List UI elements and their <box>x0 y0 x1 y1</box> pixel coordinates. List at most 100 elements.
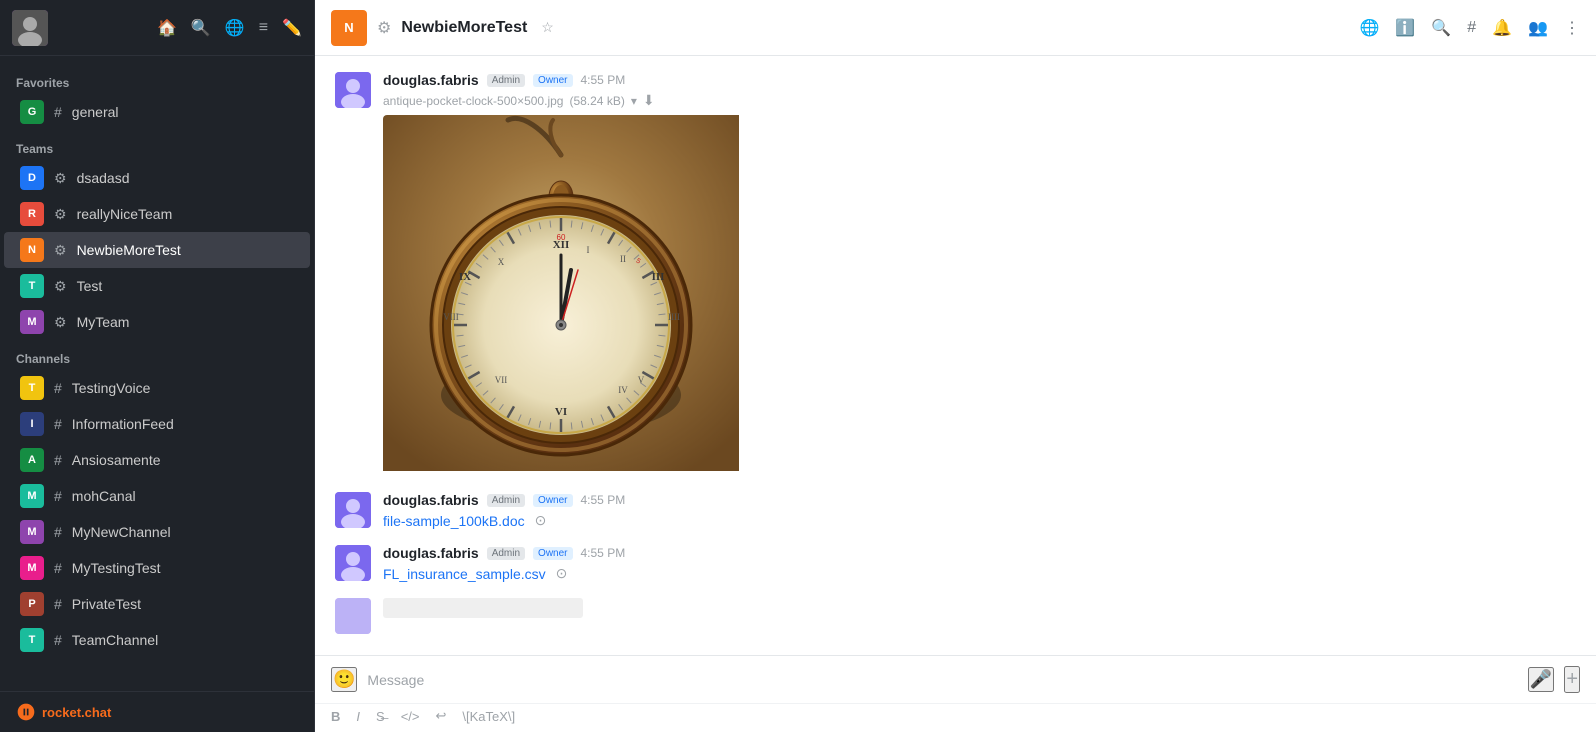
msg3-time: 4:55 PM <box>581 546 626 560</box>
format-code[interactable]: </> <box>401 709 420 724</box>
main-header: N ⚙ NewbieMoreTest ☆ 🌐 ℹ️ 🔍 # 🔔 👥 ⋮ <box>315 0 1596 56</box>
msg1-body: douglas.fabris Admin Owner 4:55 PM antiq… <box>383 72 1576 476</box>
mic-button[interactable]: 🎤 <box>1528 667 1554 692</box>
sidebar-item-privatetest[interactable]: P # PrivateTest <box>4 586 310 622</box>
msg1-filename: antique-pocket-clock-500×500.jpg <box>383 94 563 108</box>
sidebar-item-dsadasd[interactable]: D ⚙ dsadasd <box>4 160 310 196</box>
msg4-avatar <box>335 598 371 634</box>
mytestingtest-avatar: M <box>20 556 44 580</box>
header-kebab-icon[interactable]: ⋮ <box>1564 18 1580 38</box>
header-hash-icon: ⚙ <box>377 18 391 38</box>
msg2-action-icon[interactable]: ⊙ <box>535 512 547 529</box>
main-content: N ⚙ NewbieMoreTest ☆ 🌐 ℹ️ 🔍 # 🔔 👥 ⋮ doug… <box>315 0 1596 732</box>
search-icon[interactable]: 🔍 <box>191 18 211 38</box>
newbiemoretest-label: NewbieMoreTest <box>77 242 181 258</box>
msg1-time: 4:55 PM <box>581 73 626 87</box>
header-bell-icon[interactable]: 🔔 <box>1492 18 1512 38</box>
svg-text:VII: VII <box>495 375 508 385</box>
message-input-area: 🙂 🎤 + B I S̶ </> ↩ \[KaTeX\] <box>315 655 1596 732</box>
testingvoice-label: TestingVoice <box>72 380 151 396</box>
channel-header-title: NewbieMoreTest <box>401 19 527 37</box>
svg-text:III: III <box>652 271 665 283</box>
format-katex[interactable]: \[KaTeX\] <box>462 709 515 724</box>
msg1-download-icon[interactable]: ⬇ <box>643 92 655 109</box>
test-label: Test <box>77 278 103 294</box>
msg1-collapse-icon[interactable]: ▾ <box>631 94 637 108</box>
reallyniceteam-avatar: R <box>20 202 44 226</box>
add-button[interactable]: + <box>1564 666 1580 693</box>
sidebar-footer: rocket.chat <box>0 691 314 732</box>
rocket-chat-text: rocket.chat <box>42 705 111 720</box>
msg2-file-row: file-sample_100kB.doc ⊙ <box>383 512 1576 529</box>
sidebar-item-teamchannel[interactable]: T # TeamChannel <box>4 622 310 658</box>
format-multiline[interactable]: ↩ <box>435 708 446 724</box>
privatetest-avatar: P <box>20 592 44 616</box>
mohcanal-avatar: M <box>20 484 44 508</box>
general-hash-icon: # <box>54 104 62 120</box>
msg2-username: douglas.fabris <box>383 492 479 508</box>
star-icon[interactable]: ☆ <box>541 19 554 36</box>
msg1-image-container[interactable]: XII III VI IX II IIII V VII VIII X I IV … <box>383 115 743 476</box>
informationfeed-avatar: I <box>20 412 44 436</box>
header-info-icon[interactable]: ℹ️ <box>1395 18 1415 38</box>
ch-hash-icon2: # <box>54 416 62 432</box>
informationfeed-label: InformationFeed <box>72 416 174 432</box>
sort-icon[interactable]: ≡ <box>259 19 268 37</box>
ansiosamente-label: Ansiosamente <box>72 452 161 468</box>
msg1-owner-badge: Owner <box>533 74 572 87</box>
sidebar-item-informationfeed[interactable]: I # InformationFeed <box>4 406 310 442</box>
ch-hash-icon7: # <box>54 596 62 612</box>
messages-area: douglas.fabris Admin Owner 4:55 PM antiq… <box>315 56 1596 655</box>
sidebar-item-mynewchannel[interactable]: M # MyNewChannel <box>4 514 310 550</box>
home-icon[interactable]: 🏠 <box>157 18 177 38</box>
sidebar: 🏠 🔍 🌐 ≡ ✏️ Favorites G # general Teams D… <box>0 0 315 732</box>
sidebar-item-ansiosamente[interactable]: A # Ansiosamente <box>4 442 310 478</box>
compose-icon[interactable]: ✏️ <box>282 18 302 38</box>
sidebar-item-general[interactable]: G # general <box>4 94 310 130</box>
msg3-action-icon[interactable]: ⊙ <box>556 565 568 582</box>
sidebar-item-newbiemoretest[interactable]: N ⚙ NewbieMoreTest <box>4 232 310 268</box>
mohcanal-label: mohCanal <box>72 488 136 504</box>
testingvoice-avatar: T <box>20 376 44 400</box>
msg1-username: douglas.fabris <box>383 72 479 88</box>
msg1-filesize: (58.24 kB) <box>569 94 624 108</box>
msg3-body: douglas.fabris Admin Owner 4:55 PM FL_in… <box>383 545 1576 582</box>
msg2-avatar <box>335 492 371 528</box>
msg2-owner-badge: Owner <box>533 494 572 507</box>
sidebar-item-mohcanal[interactable]: M # mohCanal <box>4 478 310 514</box>
msg3-avatar <box>335 545 371 581</box>
format-strike[interactable]: S̶ <box>376 709 385 724</box>
svg-text:IX: IX <box>459 271 471 283</box>
user-avatar[interactable] <box>12 10 48 46</box>
team-hash-icon: ⚙ <box>54 170 67 187</box>
favorites-label: Favorites <box>0 64 314 94</box>
team-hash-icon3: ⚙ <box>54 242 67 259</box>
msg2-time: 4:55 PM <box>581 493 626 507</box>
msg3-file-link[interactable]: FL_insurance_sample.csv <box>383 566 546 582</box>
header-globe-icon[interactable]: 🌐 <box>1359 18 1379 38</box>
test-avatar: T <box>20 274 44 298</box>
ch-hash-icon4: # <box>54 488 62 504</box>
sidebar-item-myteam[interactable]: M ⚙ MyTeam <box>4 304 310 340</box>
message-input[interactable] <box>367 672 1517 688</box>
header-hash-btn[interactable]: # <box>1467 19 1476 37</box>
mynewchannel-label: MyNewChannel <box>72 524 171 540</box>
msg3-owner-badge: Owner <box>533 547 572 560</box>
header-members-icon[interactable]: 👥 <box>1528 18 1548 38</box>
emoji-button[interactable]: 🙂 <box>331 667 357 692</box>
teamchannel-label: TeamChannel <box>72 632 158 648</box>
sidebar-toolbar: 🏠 🔍 🌐 ≡ ✏️ <box>157 18 302 38</box>
teams-label: Teams <box>0 130 314 160</box>
sidebar-item-reallynicense[interactable]: R ⚙ reallyNiceTeam <box>4 196 310 232</box>
msg2-file-link[interactable]: file-sample_100kB.doc <box>383 513 525 529</box>
sidebar-item-mytestingtest[interactable]: M # MyTestingTest <box>4 550 310 586</box>
format-bold[interactable]: B <box>331 709 340 724</box>
format-italic[interactable]: I <box>356 709 360 724</box>
globe-icon[interactable]: 🌐 <box>225 18 245 38</box>
team-hash-icon5: ⚙ <box>54 314 67 331</box>
channels-label: Channels <box>0 340 314 370</box>
svg-text:IIII: IIII <box>668 312 680 322</box>
sidebar-item-test[interactable]: T ⚙ Test <box>4 268 310 304</box>
header-search-icon[interactable]: 🔍 <box>1431 18 1451 38</box>
sidebar-item-testingvoice[interactable]: T # TestingVoice <box>4 370 310 406</box>
